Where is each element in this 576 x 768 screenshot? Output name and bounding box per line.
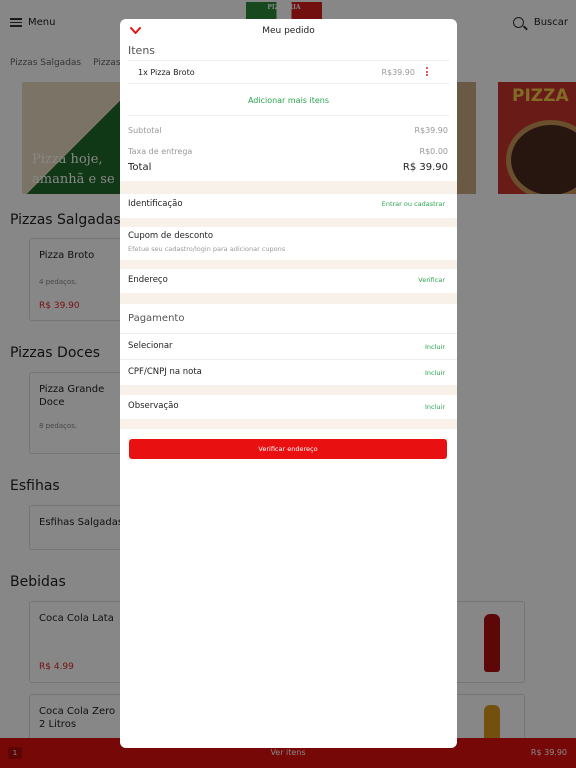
subtotal-label: Subtotal [128,126,162,135]
order-item-price: R$39.90 [381,68,415,77]
items-heading: Itens [128,44,156,57]
include-cpf-link[interactable]: Incluir [425,369,445,377]
subtotal-value: R$39.90 [414,126,448,135]
section-gap [120,181,457,194]
include-payment-link[interactable]: Incluir [425,343,445,351]
include-observation-link[interactable]: Incluir [425,403,445,411]
modal-title: Meu pedido [262,26,315,36]
address-label: Endereço [128,275,168,285]
discount-coupon-label[interactable]: Cupom de desconto [128,231,213,241]
identification-label: Identificação [128,199,183,209]
cpf-cnpj-label: CPF/CNPJ na nota [128,367,202,377]
payment-heading: Pagamento [128,313,185,324]
total-label: Total [128,162,152,173]
add-more-items-link[interactable]: Adicionar mais itens [120,96,457,105]
modal-header: Meu pedido [120,19,457,43]
divider [120,359,457,360]
discount-coupon-hint: Efetue seu cadastro/login para adicionar… [128,245,286,253]
section-gap [120,218,457,227]
delivery-fee-value: R$0.00 [419,147,448,156]
observation-label: Observação [128,401,179,411]
section-gap [120,260,457,269]
total-value: R$ 39.90 [402,162,448,173]
verify-address-link[interactable]: Verificar [418,276,445,284]
divider [120,333,457,334]
section-gap [120,293,457,304]
divider [128,83,449,84]
item-options-icon[interactable] [425,67,428,76]
section-gap [120,419,457,429]
order-item-name: 1x Pizza Broto [138,68,195,77]
verify-address-button[interactable]: Verificar endereço [129,439,447,459]
payment-method-label: Selecionar [128,341,173,351]
divider [128,115,449,116]
delivery-fee-label: Taxa de entrega [128,147,193,156]
login-or-register-link[interactable]: Entrar ou cadastrar [382,200,445,208]
divider [128,60,449,61]
order-modal: Meu pedido Itens 1x Pizza Broto R$39.90 … [120,19,457,748]
section-gap [120,385,457,395]
